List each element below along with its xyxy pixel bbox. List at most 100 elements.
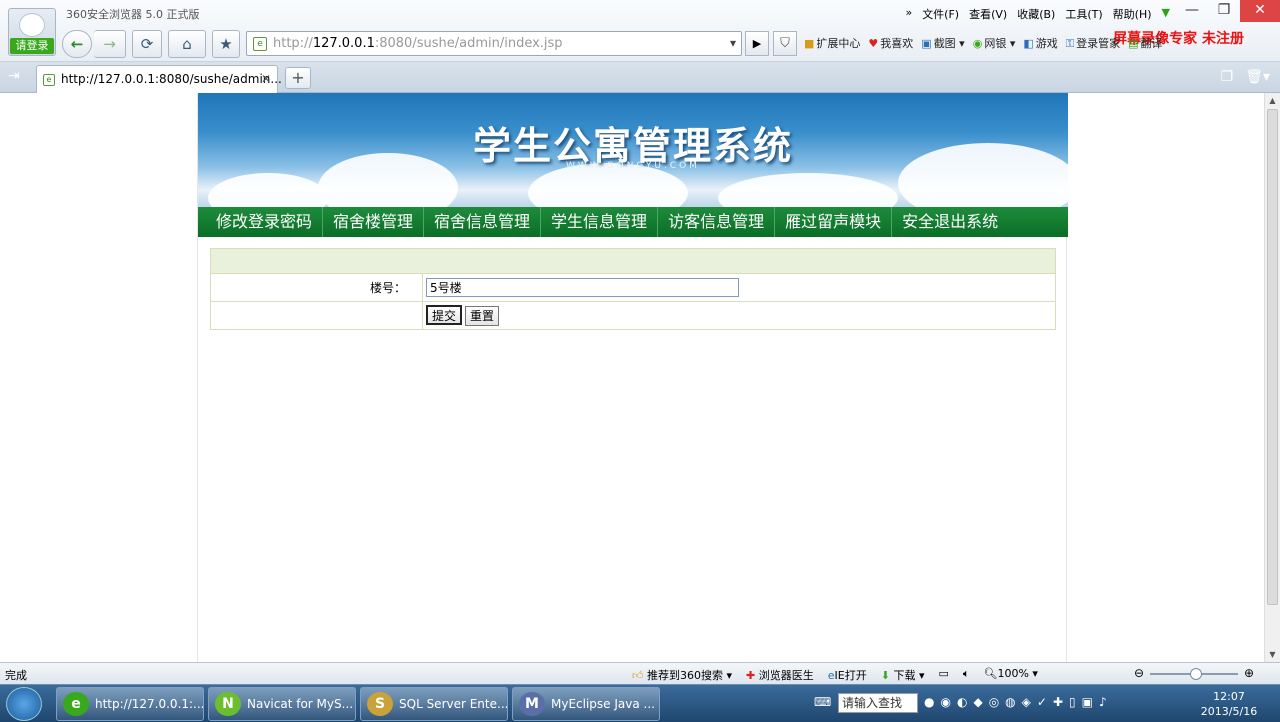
menu-chevron-icon[interactable]: » (905, 6, 912, 22)
toolbar-games[interactable]: ◧ 游戏 (1023, 35, 1057, 51)
speaker-icon[interactable]: 🔈︎ (963, 667, 970, 683)
close-window-button[interactable]: ✕ (1240, 0, 1280, 22)
system-clock[interactable]: 12:07 2013/5/16 (1196, 689, 1262, 719)
nav-dorm-management[interactable]: 宿舍信息管理 (424, 207, 542, 237)
forward-button[interactable]: → (94, 30, 126, 58)
tray-plus-icon[interactable]: ✚ (1053, 695, 1063, 709)
restore-button[interactable]: ❐ (1208, 0, 1240, 22)
scroll-thumb[interactable] (1267, 109, 1278, 605)
status-download[interactable]: ⬇ 下载 ▾ (881, 667, 925, 683)
refresh-button[interactable]: ⟳ (132, 30, 162, 58)
zoom-out-icon[interactable]: ⊖ (1134, 666, 1144, 680)
task-myeclipse[interactable]: M MyEclipse Java ... (512, 687, 660, 721)
thumb-icon: 👍︎ (632, 669, 644, 682)
security-shield-button[interactable]: ⛉ (773, 31, 797, 56)
cloud-shape (718, 173, 898, 207)
cloud-shape (208, 173, 328, 207)
task-browser[interactable]: e http://127.0.0.1:... (56, 687, 204, 721)
page-container: 学生公寓管理系统 WWW.GONGYU.COM 修改登录密码 宿舍楼管理 宿舍信… (197, 93, 1068, 662)
go-button[interactable]: ▶ (745, 31, 769, 56)
home-icon: ⌂ (182, 35, 192, 53)
tray-recorder-icon[interactable]: ● (924, 695, 934, 709)
menu-help[interactable]: 帮助(H) (1113, 6, 1152, 22)
menu-view[interactable]: 查看(V) (969, 6, 1007, 22)
menu-file[interactable]: 文件(F) (922, 6, 959, 22)
nav-visitor-management[interactable]: 访客信息管理 (658, 207, 776, 237)
tab-close-icon[interactable]: ✕ (261, 72, 271, 86)
tab-favicon-icon: e (43, 74, 55, 86)
user-avatar[interactable]: 请登录 (8, 8, 56, 56)
zoom-slider[interactable] (1150, 668, 1238, 680)
favorite-button[interactable]: ★ (212, 30, 240, 58)
address-url[interactable]: http://127.0.0.1:8080/sushe/admin/index.… (273, 36, 563, 51)
tray-network-icon[interactable]: ◈ (1022, 695, 1031, 709)
status-recommend-360[interactable]: 👍︎ 推荐到360搜索 ▾ (632, 667, 732, 683)
tray-mouse-icon[interactable]: ◐ (957, 695, 967, 709)
tray-device-icon[interactable]: ▯ (1069, 695, 1076, 709)
vertical-scrollbar[interactable]: ▲ ▼ (1264, 93, 1280, 662)
home-button[interactable]: ⌂ (168, 30, 206, 58)
back-button[interactable]: ← (62, 30, 92, 58)
keyboard-icon[interactable]: ⌨ (814, 695, 831, 709)
new-tab-button[interactable]: + (285, 67, 311, 89)
start-button[interactable] (6, 687, 42, 721)
task-sql-server[interactable]: S SQL Server Ente... (360, 687, 508, 721)
back-arrow-icon: ← (70, 35, 84, 53)
zoom-in-icon[interactable]: ⊕ (1244, 666, 1254, 680)
reset-button[interactable]: 重置 (465, 305, 500, 326)
status-browser-doctor[interactable]: ✚ 浏览器医生 (746, 667, 814, 683)
empty-cell (210, 301, 423, 330)
toolbar-favorites[interactable]: ♥ 我喜欢 (868, 35, 913, 51)
toolbar-extensions[interactable]: ■ 扩展中心 (804, 35, 860, 51)
nav-building-management[interactable]: 宿舍楼管理 (323, 207, 425, 237)
skin-icon[interactable]: ▼ (1162, 6, 1170, 22)
restore-tabs-icon[interactable]: ❐ (1221, 69, 1234, 85)
os-taskbar: e http://127.0.0.1:... N Navicat for MyS..… (0, 684, 1280, 722)
banner-subtitle: WWW.GONGYU.COM (566, 161, 700, 171)
menu-tools[interactable]: 工具(T) (1065, 6, 1102, 22)
address-dropdown-icon[interactable]: ▾ (723, 31, 743, 56)
nav-change-password[interactable]: 修改登录密码 (198, 207, 324, 237)
tab-active[interactable]: e http://127.0.0.1:8080/sushe/admin... ✕ (36, 65, 282, 93)
scroll-up-icon[interactable]: ▲ (1265, 93, 1280, 108)
trash-icon[interactable]: 🗑︎▾ (1245, 69, 1270, 85)
nav-student-management[interactable]: 学生信息管理 (541, 207, 659, 237)
tray-search-box[interactable]: 请输入查找 (838, 693, 918, 713)
tray-volume-icon[interactable]: ♪ (1099, 695, 1107, 709)
forward-arrow-icon: → (103, 35, 116, 53)
zoom-slider-knob[interactable] (1190, 668, 1202, 680)
myeclipse-task-icon: M (519, 692, 545, 716)
tray-monitor-icon[interactable]: ▣ (1082, 695, 1093, 709)
toolbar-translate[interactable]: ▤ 翻译 (1128, 35, 1162, 51)
app-title: 360安全浏览器 5.0 正式版 (66, 8, 200, 21)
tray-globe-icon[interactable]: ◍ (1005, 695, 1015, 709)
tray-check-icon[interactable]: ✓ (1037, 695, 1047, 709)
task-navicat[interactable]: N Navicat for MyS... (208, 687, 356, 721)
nav-guestbook[interactable]: 雁过留声模块 (775, 207, 893, 237)
tab-bar-tools: ❐ 🗑︎▾ (1221, 69, 1270, 85)
browser-task-icon: e (63, 692, 89, 716)
toolbar-banking[interactable]: ◉ 网银 ▾ (973, 35, 1016, 51)
avatar-face-icon (19, 13, 45, 37)
scroll-down-icon[interactable]: ▼ (1265, 647, 1280, 662)
login-button[interactable]: 请登录 (10, 38, 54, 54)
menu-favorites[interactable]: 收藏(B) (1017, 6, 1055, 22)
form-actions: 提交 重置 (422, 301, 1056, 330)
nav-logout[interactable]: 安全退出系统 (892, 207, 1008, 237)
status-ie-open[interactable]: eIE打开 (828, 667, 867, 683)
tray-search-icon[interactable]: ◉ (940, 695, 950, 709)
translate-icon: ▤ (1128, 37, 1139, 50)
address-bar[interactable]: e http://127.0.0.1:8080/sushe/admin/inde… (246, 31, 742, 56)
screen-icon[interactable]: ▭ (938, 667, 948, 683)
status-zoom[interactable]: 🔍︎100% ▾ (984, 667, 1038, 683)
minimize-button[interactable]: — (1176, 0, 1208, 22)
toolbar-login-manager[interactable]: ⚿ 登录管家 (1066, 35, 1120, 51)
sidebar-toggle-icon[interactable]: ⇥ (8, 68, 20, 84)
toolbar-screenshot[interactable]: ▣ 截图 ▾ (921, 35, 964, 51)
tray-360-icon[interactable]: ◎ (989, 695, 999, 709)
building-number-input[interactable] (426, 278, 739, 297)
submit-button[interactable]: 提交 (426, 305, 463, 326)
tray-pin-icon[interactable]: ◆ (973, 695, 982, 709)
form-header (210, 248, 1056, 274)
star-icon: ★ (219, 35, 233, 53)
